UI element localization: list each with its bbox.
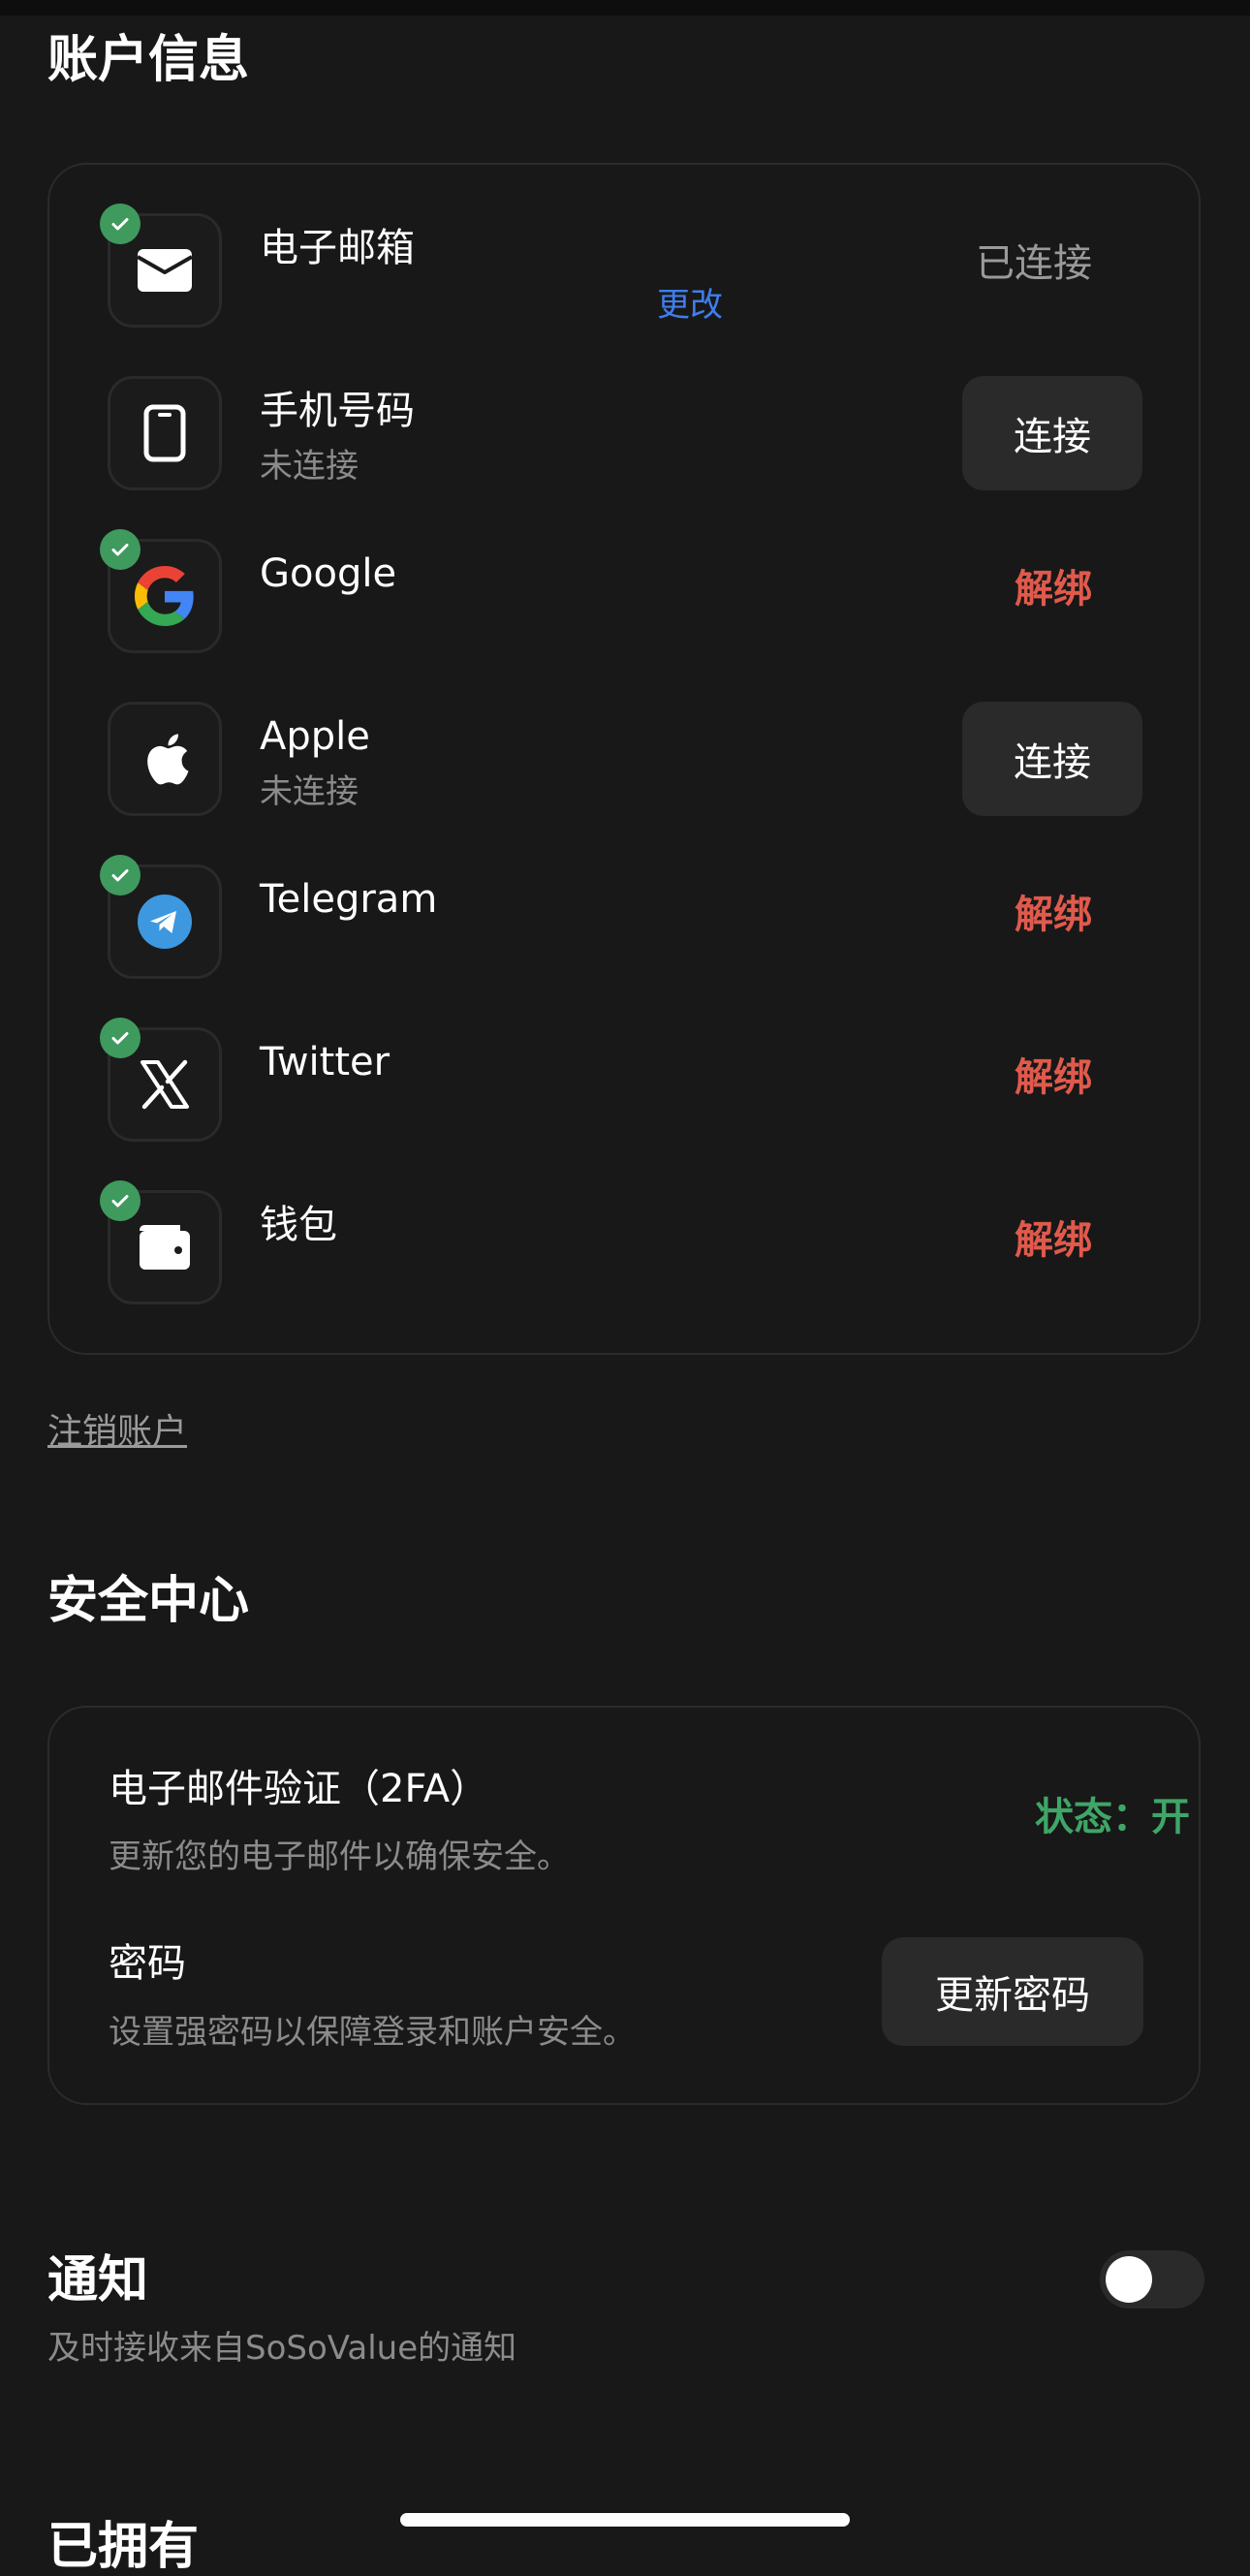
password-description: 设置强密码以保障登录和账户安全。 — [109, 2013, 636, 2052]
wallet-row: 钱包 解绑 — [49, 1142, 1199, 1304]
account-info-title: 账户信息 — [47, 31, 250, 89]
twitter-row: Twitter 解绑 — [49, 979, 1199, 1142]
google-row: Google 解绑 — [49, 490, 1199, 653]
connect-phone-button[interactable]: 连接 — [962, 376, 1142, 490]
telegram-label: Telegram — [260, 877, 438, 922]
account-card: 电子邮箱 更改 已连接 手机号码 未连接 连接 Google 解绑 Apple … — [47, 163, 1201, 1355]
google-label: Google — [260, 551, 397, 596]
apple-status: 未连接 — [260, 772, 359, 811]
unbind-wallet-button[interactable]: 解绑 — [1015, 1221, 1092, 1260]
phone-label: 手机号码 — [260, 389, 415, 433]
twitter-label: Twitter — [260, 1040, 391, 1084]
owned-section-title: 已拥有 — [47, 2518, 200, 2576]
verified-check-icon — [100, 855, 141, 895]
notifications-toggle[interactable] — [1100, 2250, 1204, 2309]
notifications-description: 及时接收来自SoSoValue的通知 — [47, 2329, 517, 2368]
delete-account-link[interactable]: 注销账户 — [47, 1415, 187, 1450]
toggle-knob — [1106, 2256, 1152, 2303]
unbind-telegram-button[interactable]: 解绑 — [1015, 895, 1092, 934]
phone-row: 手机号码 未连接 连接 — [49, 328, 1199, 490]
update-password-button[interactable]: 更新密码 — [882, 1937, 1143, 2046]
apple-icon — [108, 702, 222, 816]
verified-check-icon — [100, 204, 141, 244]
twofa-status: 状态：开 — [1035, 1795, 1190, 1839]
apple-label: Apple — [260, 714, 370, 759]
phone-icon — [108, 376, 222, 490]
verified-check-icon — [100, 1180, 141, 1221]
verified-check-icon — [100, 1018, 141, 1058]
verified-check-icon — [100, 529, 141, 570]
unbind-google-button[interactable]: 解绑 — [1015, 570, 1092, 609]
email-status: 已连接 — [976, 241, 1092, 286]
unbind-twitter-button[interactable]: 解绑 — [1015, 1058, 1092, 1097]
phone-status: 未连接 — [260, 447, 359, 486]
status-bar-strip — [0, 0, 1250, 16]
connect-apple-button[interactable]: 连接 — [962, 702, 1142, 816]
telegram-row: Telegram 解绑 — [49, 816, 1199, 979]
twofa-title: 电子邮件验证（2FA） — [109, 1767, 489, 1811]
email-label: 电子邮箱 — [260, 226, 415, 270]
twofa-description: 更新您的电子邮件以确保安全。 — [109, 1838, 570, 1876]
email-row: 电子邮箱 更改 已连接 — [49, 165, 1199, 328]
wallet-label: 钱包 — [260, 1203, 337, 1247]
home-indicator — [400, 2513, 850, 2527]
notifications-title: 通知 — [47, 2251, 149, 2309]
apple-row: Apple 未连接 连接 — [49, 653, 1199, 816]
security-center-title: 安全中心 — [47, 1572, 250, 1630]
password-title: 密码 — [109, 1941, 186, 1986]
change-email-link[interactable]: 更改 — [657, 289, 723, 322]
